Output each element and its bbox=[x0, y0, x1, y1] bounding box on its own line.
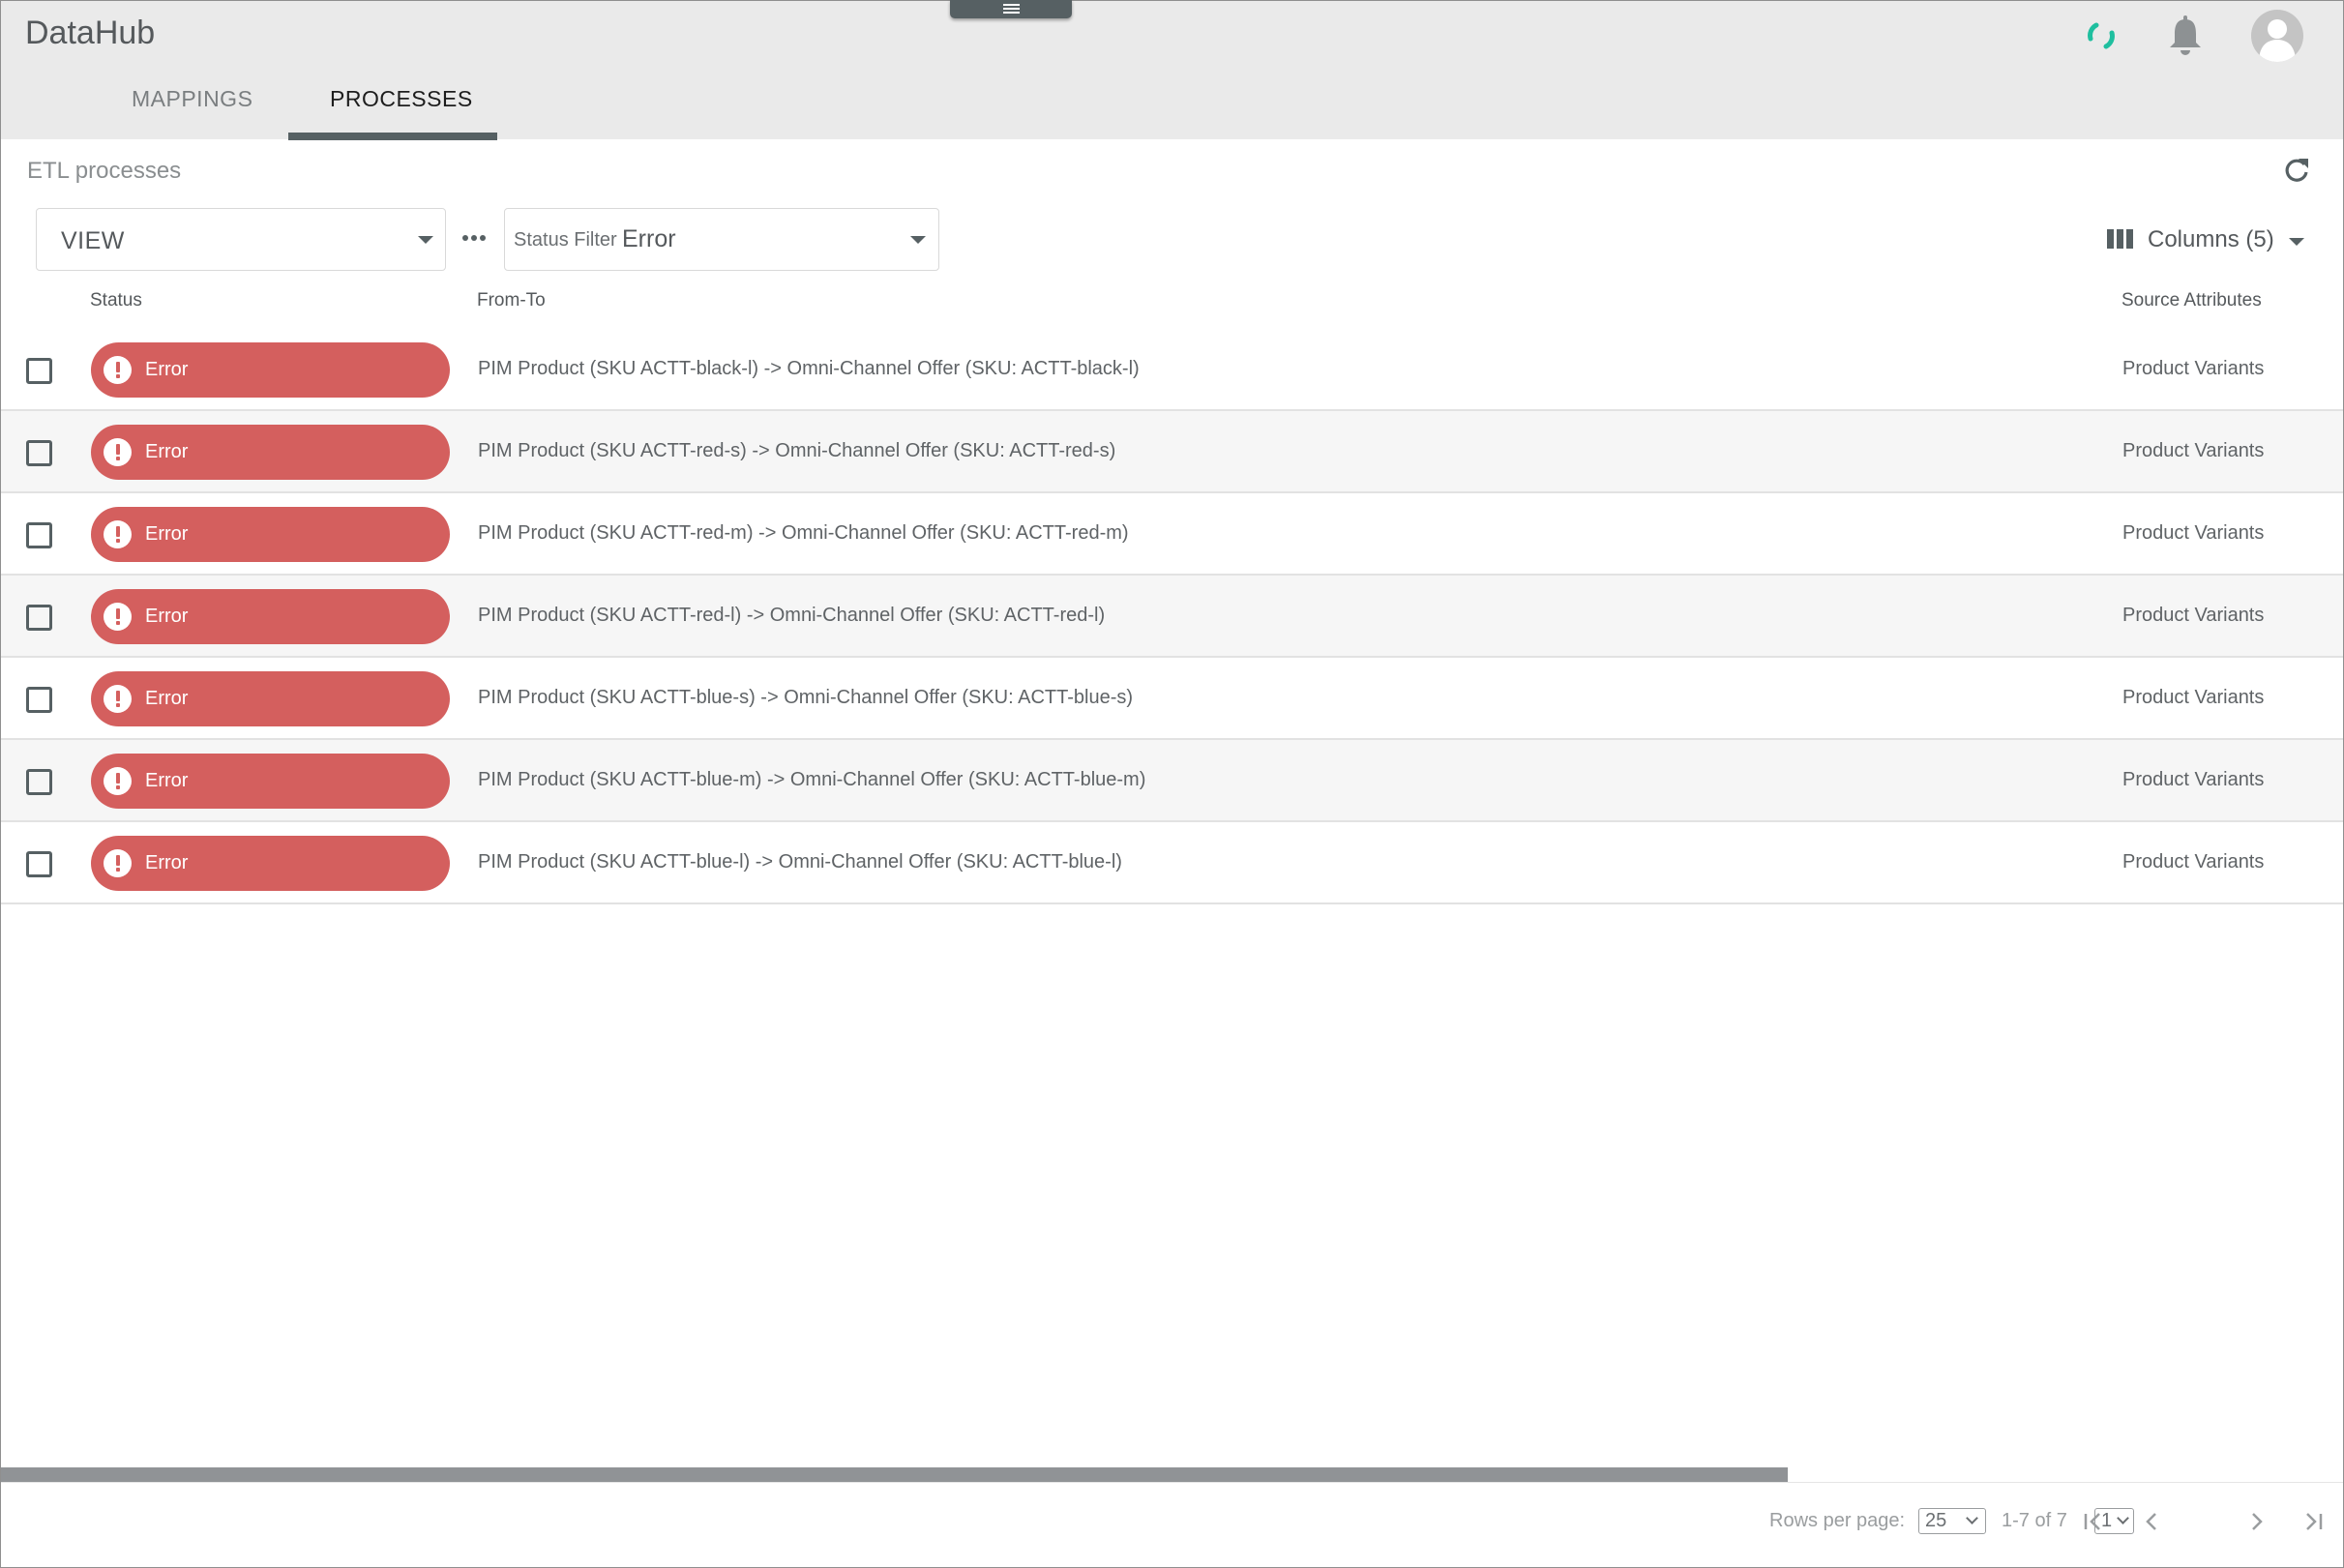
columns-icon bbox=[2107, 229, 2133, 249]
handle-line bbox=[1003, 4, 1020, 6]
cell-source-attributes: Product Variants bbox=[2122, 440, 2265, 461]
cell-from-to: PIM Product (SKU ACTT-blue-l) -> Omni-Ch… bbox=[478, 851, 1122, 873]
cell-from-to: PIM Product (SKU ACTT-red-m) -> Omni-Cha… bbox=[478, 522, 1129, 544]
table-row[interactable]: Error PIM Product (SKU ACTT-red-s) -> Omn… bbox=[1, 411, 2343, 493]
status-filter-value: Error bbox=[622, 225, 676, 252]
status-badge-label: Error bbox=[145, 688, 189, 709]
bell-icon[interactable] bbox=[2168, 15, 2203, 57]
cell-source-attributes: Product Variants bbox=[2122, 522, 2265, 544]
status-badge-label: Error bbox=[145, 606, 189, 627]
more-horizontal-icon bbox=[471, 235, 477, 241]
cell-source-attributes: Product Variants bbox=[2122, 851, 2265, 873]
status-badge[interactable]: Error bbox=[91, 836, 450, 891]
alert-icon bbox=[104, 849, 132, 877]
row-checkbox[interactable] bbox=[26, 605, 52, 631]
alert-icon bbox=[104, 685, 132, 713]
alert-icon bbox=[104, 356, 132, 384]
cell-from-to: PIM Product (SKU ACTT-blue-m) -> Omni-Ch… bbox=[478, 769, 1146, 790]
last-page-icon[interactable] bbox=[2301, 1510, 2325, 1533]
avatar-icon bbox=[2259, 19, 2296, 62]
status-badge-label: Error bbox=[145, 770, 189, 791]
refresh-icon[interactable] bbox=[2281, 155, 2312, 186]
tab-mappings[interactable]: MAPPINGS bbox=[132, 86, 252, 112]
caret-down-icon bbox=[910, 236, 926, 244]
status-badge[interactable]: Error bbox=[91, 589, 450, 644]
status-filter-label: Status Filter bbox=[514, 229, 617, 251]
cell-from-to: PIM Product (SKU ACTT-red-l) -> Omni-Cha… bbox=[478, 605, 1106, 626]
alert-icon bbox=[104, 438, 132, 466]
user-avatar[interactable] bbox=[2251, 10, 2303, 62]
cell-from-to: PIM Product (SKU ACTT-blue-s) -> Omni-Ch… bbox=[478, 687, 1134, 708]
rows-per-page-label: Rows per page: bbox=[1769, 1510, 1906, 1531]
page-select-value: 1 bbox=[2101, 1510, 2113, 1531]
status-badge-label: Error bbox=[145, 523, 189, 545]
handle-line bbox=[1003, 8, 1020, 10]
row-checkbox[interactable] bbox=[26, 687, 52, 713]
cell-from-to: PIM Product (SKU ACTT-red-s) -> Omni-Cha… bbox=[478, 440, 1116, 461]
app-header: DataHub MAPPINGS PROCESSES bbox=[1, 1, 2343, 140]
loading-spinner-icon bbox=[2088, 22, 2115, 49]
row-checkbox[interactable] bbox=[26, 851, 52, 877]
row-checkbox[interactable] bbox=[26, 440, 52, 466]
row-checkbox[interactable] bbox=[26, 769, 52, 795]
column-header-status[interactable]: Status bbox=[90, 290, 142, 311]
active-tab-indicator bbox=[288, 133, 497, 140]
table-row[interactable]: Error PIM Product (SKU ACTT-red-m) -> Omn… bbox=[1, 493, 2343, 576]
status-badge-label: Error bbox=[145, 852, 189, 873]
rows-per-page-select[interactable]: 25 bbox=[1918, 1508, 1986, 1534]
view-select-value: VIEW bbox=[61, 227, 125, 254]
alert-icon bbox=[104, 603, 132, 631]
more-horizontal-icon bbox=[480, 235, 486, 241]
cell-source-attributes: Product Variants bbox=[2122, 769, 2265, 790]
chevron-down-icon bbox=[1966, 1512, 1978, 1524]
table-row[interactable]: Error PIM Product (SKU ACTT-blue-m) -> Om… bbox=[1, 740, 2343, 822]
more-options-button[interactable] bbox=[460, 232, 490, 244]
previous-page-icon[interactable] bbox=[2141, 1510, 2164, 1533]
drawer-handle[interactable] bbox=[950, 0, 1072, 18]
status-badge[interactable]: Error bbox=[91, 342, 450, 398]
pagination-range: 1-7 of 7 bbox=[2002, 1510, 2067, 1531]
section-title: ETL processes bbox=[27, 158, 182, 184]
next-page-icon[interactable] bbox=[2244, 1510, 2268, 1533]
cell-source-attributes: Product Variants bbox=[2122, 358, 2265, 379]
tab-processes[interactable]: PROCESSES bbox=[330, 86, 473, 112]
more-horizontal-icon bbox=[462, 235, 468, 241]
status-badge-label: Error bbox=[145, 441, 189, 462]
page-select[interactable]: 1 bbox=[2094, 1508, 2134, 1534]
table-row[interactable]: Error PIM Product (SKU ACTT-red-l) -> Omn… bbox=[1, 576, 2343, 658]
status-badge[interactable]: Error bbox=[91, 754, 450, 809]
rows-per-page-value: 25 bbox=[1925, 1510, 1947, 1531]
columns-button-label: Columns (5) bbox=[2148, 226, 2274, 252]
table-row[interactable]: Error PIM Product (SKU ACTT-blue-s) -> Om… bbox=[1, 658, 2343, 740]
alert-icon bbox=[104, 767, 132, 795]
chevron-down-icon bbox=[2117, 1512, 2129, 1524]
column-header-from-to[interactable]: From-To bbox=[477, 290, 546, 311]
handle-line bbox=[1003, 12, 1020, 14]
status-badge-label: Error bbox=[145, 359, 189, 380]
row-checkbox[interactable] bbox=[26, 522, 52, 548]
status-badge[interactable]: Error bbox=[91, 671, 450, 726]
cell-source-attributes: Product Variants bbox=[2122, 605, 2265, 626]
cell-from-to: PIM Product (SKU ACTT-black-l) -> Omni-C… bbox=[478, 358, 1140, 379]
cell-source-attributes: Product Variants bbox=[2122, 687, 2265, 708]
alert-icon bbox=[104, 520, 132, 548]
table-row[interactable]: Error PIM Product (SKU ACTT-blue-l) -> Om… bbox=[1, 822, 2343, 904]
horizontal-scrollbar[interactable] bbox=[1, 1467, 1788, 1482]
row-checkbox[interactable] bbox=[26, 358, 52, 384]
column-header-source-attributes[interactable]: Source Attributes bbox=[2121, 290, 2262, 311]
caret-down-icon bbox=[418, 236, 433, 244]
app-title: DataHub bbox=[25, 15, 156, 51]
view-select[interactable]: VIEW bbox=[36, 208, 446, 271]
status-filter-select[interactable]: Status Filter Error bbox=[504, 208, 939, 271]
caret-down-icon bbox=[2289, 238, 2304, 246]
status-badge[interactable]: Error bbox=[91, 425, 450, 480]
status-badge[interactable]: Error bbox=[91, 507, 450, 562]
table-row[interactable]: Error PIM Product (SKU ACTT-black-l) -> O… bbox=[1, 329, 2343, 411]
footer-divider bbox=[1, 1482, 2343, 1483]
